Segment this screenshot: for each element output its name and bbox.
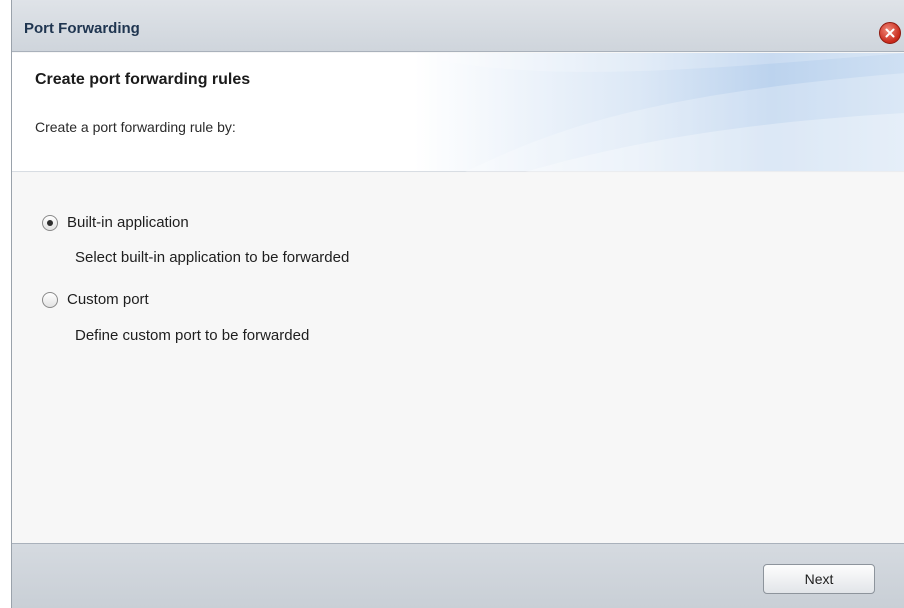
- wizard-footer: Next: [12, 543, 904, 608]
- close-icon: [885, 28, 895, 38]
- option-description: Select built-in application to be forwar…: [75, 249, 350, 266]
- radio-custom-port[interactable]: [42, 291, 58, 308]
- step-title: Create port forwarding rules: [35, 71, 251, 88]
- option-custom-port[interactable]: Custom port: [42, 291, 149, 308]
- port-forwarding-dialog: Port Forwarding Create port forwarding r…: [11, 0, 904, 608]
- step-description: Create a port forwarding rule by:: [35, 119, 236, 135]
- titlebar: Port Forwarding: [12, 0, 904, 52]
- option-built-in-application[interactable]: Built-in application: [42, 214, 189, 231]
- radio-built-in-application[interactable]: [42, 214, 58, 231]
- window-title: Port Forwarding: [24, 20, 140, 37]
- option-description: Define custom port to be forwarded: [75, 327, 310, 344]
- next-button[interactable]: Next: [763, 564, 875, 594]
- close-button[interactable]: [879, 22, 901, 44]
- option-label: Custom port: [67, 291, 149, 308]
- header-decoration: [405, 53, 904, 172]
- option-label: Built-in application: [67, 214, 189, 231]
- wizard-content: Built-in application Select built-in app…: [12, 173, 904, 543]
- wizard-header: Create port forwarding rules Create a po…: [12, 53, 904, 172]
